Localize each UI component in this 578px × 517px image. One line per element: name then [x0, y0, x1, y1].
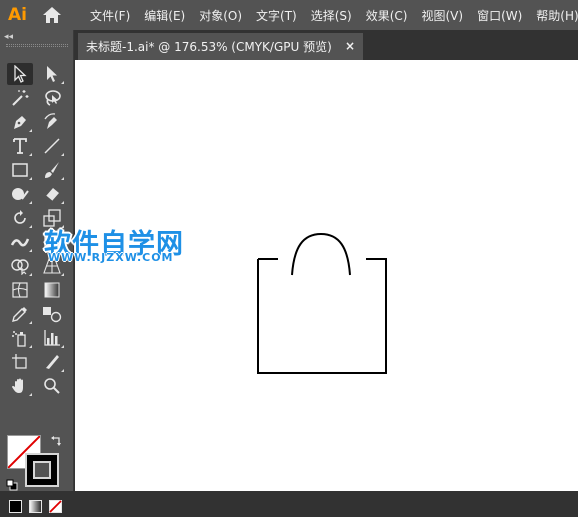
zoom-tool-icon[interactable]: [39, 375, 65, 397]
artboard-tool-icon[interactable]: [7, 351, 33, 373]
shopping-bag-artwork[interactable]: [75, 60, 578, 491]
document-tab[interactable]: 未标题-1.ai* @ 176.53% (CMYK/GPU 预览) ×: [78, 33, 363, 60]
magic-wand-tool-icon[interactable]: [7, 87, 33, 109]
document-tab-bar: 未标题-1.ai* @ 176.53% (CMYK/GPU 预览) ×: [74, 30, 578, 60]
gradient-tool-icon[interactable]: [39, 279, 65, 301]
rotate-tool-icon[interactable]: [7, 207, 33, 229]
menu-effect[interactable]: 效果(C): [366, 7, 408, 24]
default-fill-stroke-icon[interactable]: [6, 476, 18, 495]
rectangle-tool-icon[interactable]: [7, 159, 33, 181]
stroke-color-swatch[interactable]: [25, 453, 59, 487]
bag-handle-path: [291, 232, 351, 276]
stroke-color-inner: [33, 461, 51, 479]
color-mode-icon[interactable]: [9, 498, 22, 513]
width-tool-icon[interactable]: [7, 231, 33, 253]
selection-tool-icon[interactable]: [7, 63, 33, 85]
eraser-tool-icon[interactable]: [39, 183, 65, 205]
menu-help[interactable]: 帮助(H): [536, 7, 578, 24]
mesh-tool-icon[interactable]: [7, 279, 33, 301]
menu-items: 文件(F) 编辑(E) 对象(O) 文字(T) 选择(S) 效果(C) 视图(V…: [90, 0, 578, 30]
shape-builder-tool-icon[interactable]: [7, 255, 33, 277]
panel-grip[interactable]: [6, 44, 68, 47]
type-tool-icon[interactable]: [7, 135, 33, 157]
menu-select[interactable]: 选择(S): [311, 7, 352, 24]
pen-tool-icon[interactable]: [7, 111, 33, 133]
menu-view[interactable]: 视图(V): [421, 7, 463, 24]
close-tab-icon[interactable]: ×: [345, 39, 355, 53]
line-segment-tool-icon[interactable]: [39, 135, 65, 157]
column-graph-tool-icon[interactable]: [39, 327, 65, 349]
menu-file[interactable]: 文件(F): [90, 7, 130, 24]
menu-type[interactable]: 文字(T): [256, 7, 297, 24]
slice-tool-icon[interactable]: [39, 351, 65, 373]
symbol-sprayer-tool-icon[interactable]: [7, 327, 33, 349]
lasso-tool-icon[interactable]: [39, 87, 65, 109]
curvature-tool-icon[interactable]: [39, 111, 65, 133]
app-logo: Ai: [8, 5, 27, 25]
watermark-url: WWW.RJZXW.COM: [48, 251, 174, 264]
gradient-mode-icon[interactable]: [29, 498, 42, 513]
eyedropper-tool-icon[interactable]: [7, 303, 33, 325]
home-icon[interactable]: [42, 6, 62, 24]
direct-selection-tool-icon[interactable]: [39, 63, 65, 85]
bag-body-path: [257, 258, 387, 374]
none-mode-icon[interactable]: [49, 498, 62, 513]
blend-tool-icon[interactable]: [39, 303, 65, 325]
swap-fill-stroke-icon[interactable]: [49, 434, 63, 453]
menu-object[interactable]: 对象(O): [199, 7, 242, 24]
paintbrush-tool-icon[interactable]: [39, 159, 65, 181]
menu-window[interactable]: 窗口(W): [477, 7, 522, 24]
watermark: 软件自学网 WWW.RJZXW.COM: [44, 222, 204, 270]
menu-bar: Ai 文件(F) 编辑(E) 对象(O) 文字(T) 选择(S) 效果(C) 视…: [0, 0, 578, 30]
collapse-panel-button[interactable]: ◂◂: [4, 32, 13, 42]
shaper-tool-icon[interactable]: [7, 183, 33, 205]
document-tab-title: 未标题-1.ai* @ 176.53% (CMYK/GPU 预览): [86, 40, 332, 54]
artboard-canvas[interactable]: [75, 60, 578, 491]
hand-tool-icon[interactable]: [7, 375, 33, 397]
menu-edit[interactable]: 编辑(E): [144, 7, 185, 24]
